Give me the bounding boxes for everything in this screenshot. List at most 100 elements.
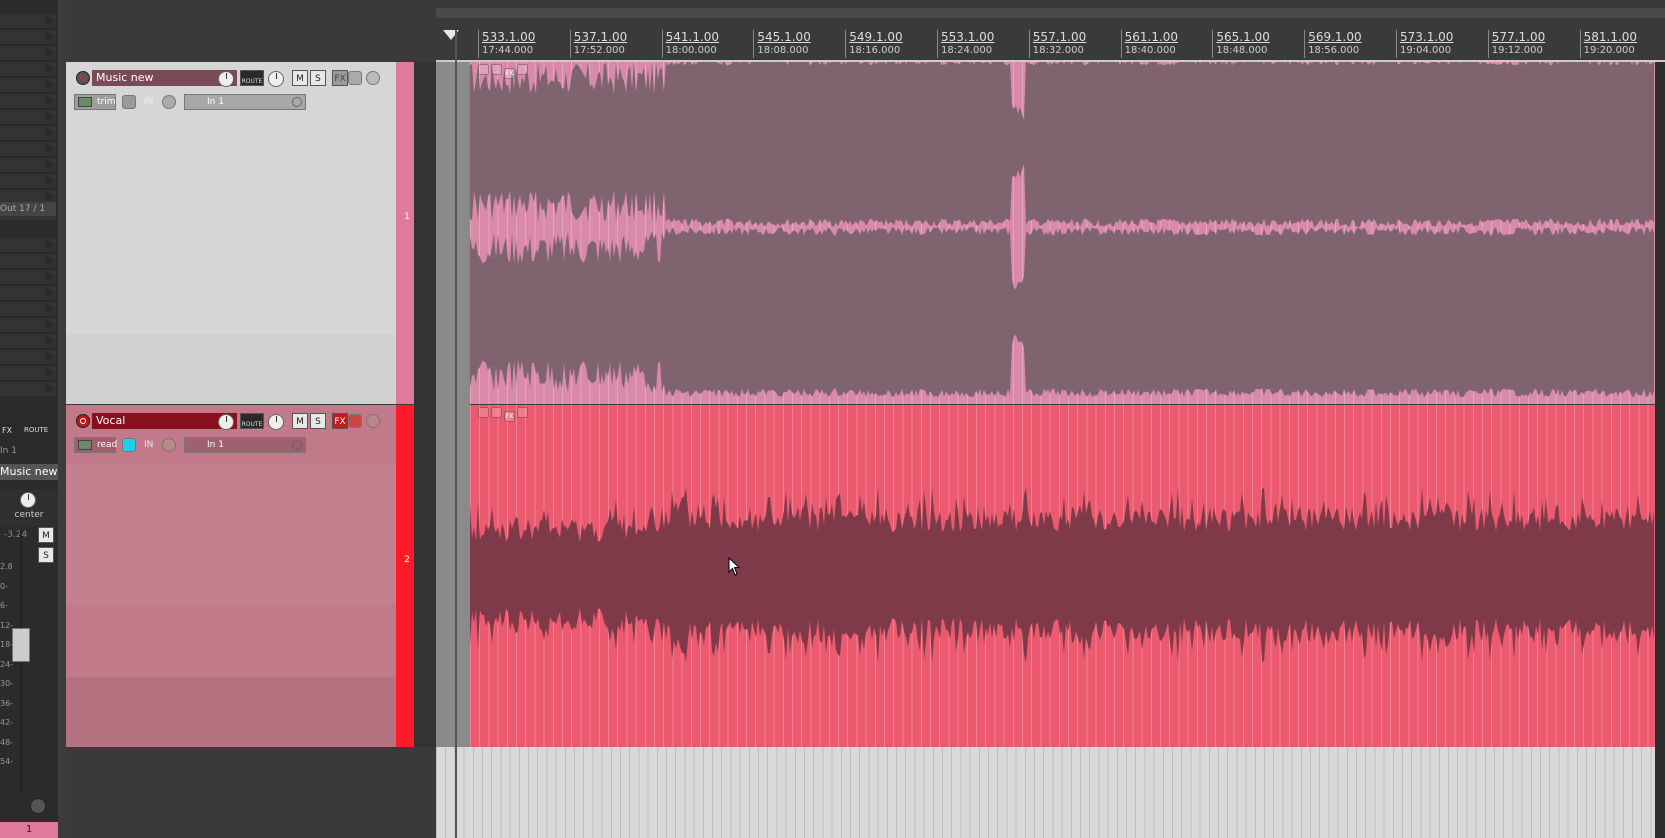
mixer-record-arm-icon[interactable] <box>30 798 46 814</box>
db-scale-label: 30- <box>0 679 14 688</box>
route-button[interactable]: ROUTE <box>240 413 264 429</box>
record-arm-icon[interactable] <box>76 71 90 85</box>
ruler-tick <box>753 30 755 58</box>
media-item-vocal[interactable]: FX <box>470 405 1655 747</box>
record-arm-icon[interactable] <box>76 414 90 428</box>
db-scale-label: 6- <box>0 601 8 610</box>
mute-button[interactable]: M <box>292 70 308 86</box>
mixer-fx-slot[interactable] <box>0 78 56 93</box>
mixer-fx-button[interactable]: FX <box>2 426 12 435</box>
ruler-tick <box>937 30 938 58</box>
item-lock-icon[interactable] <box>478 407 489 418</box>
ruler-label: 561.1.00 18:40.000 <box>1125 30 1178 58</box>
horizontal-scrollbar[interactable] <box>436 8 1665 18</box>
fx-button[interactable]: FX <box>332 413 348 429</box>
mixer-solo-button[interactable]: S <box>38 547 54 563</box>
ruler-label: 581.1.00 19:20.000 <box>1584 30 1637 58</box>
ruler-tick <box>1579 30 1581 58</box>
chevron-down-icon[interactable] <box>162 438 176 452</box>
chevron-down-icon[interactable] <box>162 95 176 109</box>
ruler-tick <box>1120 30 1122 58</box>
item-fx-icon[interactable]: FX <box>504 68 515 79</box>
track-name-field[interactable]: Music new <box>92 70 237 86</box>
input-select[interactable]: In 1 <box>184 94 306 110</box>
mute-button[interactable]: M <box>292 413 308 429</box>
mixer-fx-slot[interactable] <box>0 350 56 365</box>
ruler-label: 577.1.00 19:12.000 <box>1492 30 1545 58</box>
mixer-input-label: In 1 <box>0 446 17 456</box>
mixer-mute-button[interactable]: M <box>38 527 54 543</box>
mixer-fx-slot[interactable] <box>0 110 56 125</box>
empty-arrange-area[interactable] <box>436 747 1655 838</box>
envelope-button[interactable]: trim <box>74 94 116 110</box>
item-envelope-icon[interactable] <box>517 64 528 75</box>
mixer-fx-slot[interactable] <box>0 62 56 77</box>
vertical-scrollbar[interactable] <box>1655 62 1665 838</box>
phase-icon[interactable] <box>366 414 380 428</box>
item-fx-icon[interactable]: FX <box>504 411 515 422</box>
pan-knob[interactable] <box>268 71 284 87</box>
pan-knob[interactable] <box>268 414 284 430</box>
playhead-line <box>455 30 457 838</box>
volume-knob[interactable] <box>218 414 234 430</box>
ruler-time-label: 18:56.000 <box>1308 45 1360 56</box>
mixer-fx-slot[interactable] <box>0 14 56 29</box>
mixer-fx-slot[interactable] <box>0 302 56 317</box>
mixer-divider[interactable] <box>58 0 66 838</box>
ruler-label: 549.1.00 18:16.000 <box>849 30 902 58</box>
solo-button[interactable]: S <box>310 70 326 86</box>
mixer-fx-slot[interactable] <box>0 382 56 397</box>
input-select[interactable]: In 1 <box>184 437 306 453</box>
mixer-fx-slot[interactable] <box>0 174 56 189</box>
mixer-fx-slot[interactable] <box>0 238 56 253</box>
mixer-fx-slot[interactable] <box>0 366 56 381</box>
tcp-arrange-divider[interactable] <box>414 62 436 747</box>
solo-button[interactable]: S <box>310 413 326 429</box>
mixer-pan-knob[interactable] <box>20 492 36 508</box>
mixer-fx-slot[interactable] <box>0 334 56 349</box>
mixer-fx-slot[interactable] <box>0 126 56 141</box>
ruler-bar-label: 533.1.00 <box>482 30 536 44</box>
ruler-label: 569.1.00 18:56.000 <box>1308 30 1361 58</box>
track-number-strip[interactable]: 1 <box>396 62 414 404</box>
mixer-volume-fader[interactable] <box>12 628 30 662</box>
ruler-bar-label: 565.1.00 <box>1216 30 1270 44</box>
monitor-icon[interactable] <box>122 438 136 452</box>
fx-bypass-icon[interactable] <box>348 71 362 85</box>
track-number-strip[interactable]: 2 <box>396 405 414 747</box>
track-panel-music-new[interactable]: Music new ROUTE M S FX trim IN In 1 <box>66 62 396 404</box>
envelope-button[interactable]: read <box>74 437 117 453</box>
ruler-bar-label: 581.1.00 <box>1583 30 1638 44</box>
phase-icon[interactable] <box>366 71 380 85</box>
mixer-fx-slot[interactable] <box>0 318 56 333</box>
track-panel-vocal[interactable]: Vocal ROUTE M S FX read IN In 1 <box>66 405 396 747</box>
mixer-fx-slot[interactable] <box>0 142 56 157</box>
mixer-volume-readout: -3.24 <box>4 530 28 540</box>
item-envelope-icon[interactable] <box>517 407 528 418</box>
media-item-music-new[interactable]: FX <box>470 62 1655 404</box>
mixer-fx-slot[interactable] <box>0 46 56 61</box>
track-number: 2 <box>404 555 410 565</box>
ruler-time-label: 19:20.000 <box>1583 45 1635 56</box>
mixer-fx-slot[interactable] <box>0 254 56 269</box>
fx-button[interactable]: FX <box>332 70 348 86</box>
route-button[interactable]: ROUTE <box>240 70 264 86</box>
volume-knob[interactable] <box>218 71 234 87</box>
ruler-tick <box>1304 30 1306 58</box>
item-lock-icon[interactable] <box>478 64 489 75</box>
mixer-track-number: 1 <box>0 822 58 838</box>
item-notes-icon[interactable] <box>491 64 502 75</box>
mixer-fx-slot[interactable] <box>0 286 56 301</box>
mixer-track-name[interactable]: Music new <box>0 464 58 480</box>
mixer-fx-slot[interactable] <box>0 158 56 173</box>
mixer-fx-slot[interactable] <box>0 94 56 109</box>
mixer-route-button[interactable]: ROUTE <box>24 426 48 434</box>
monitor-icon[interactable] <box>122 95 136 109</box>
db-scale-label: 54- <box>0 757 14 766</box>
mixer-fx-slot[interactable] <box>0 30 56 45</box>
mixer-fx-slot[interactable] <box>0 270 56 285</box>
item-notes-icon[interactable] <box>491 407 502 418</box>
fx-bypass-icon[interactable] <box>348 414 362 428</box>
envelope-icon <box>78 97 92 107</box>
track-name-field[interactable]: Vocal <box>92 413 237 429</box>
